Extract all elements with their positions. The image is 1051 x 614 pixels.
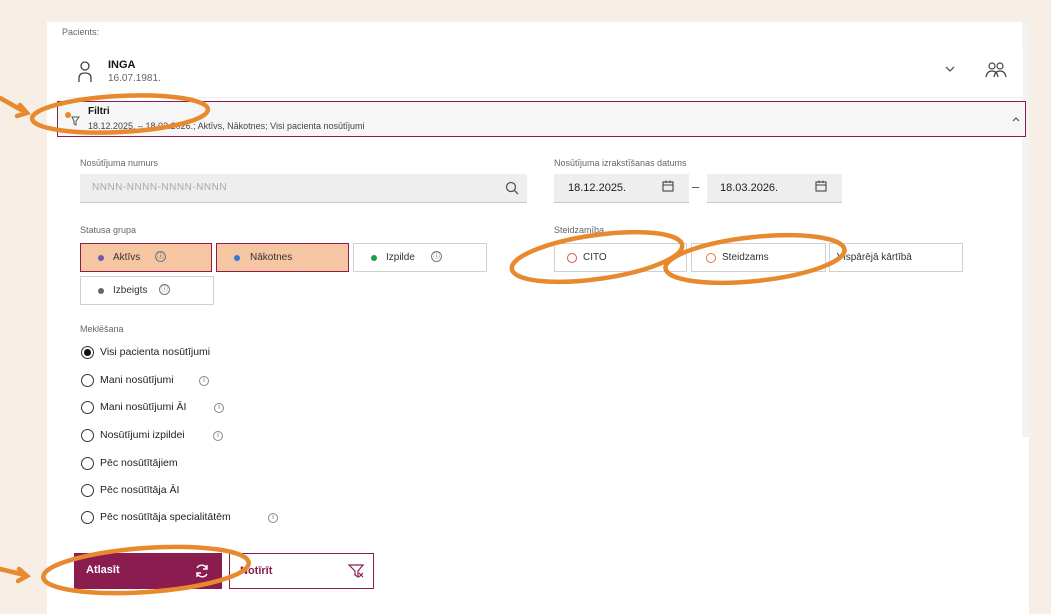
select-button[interactable]: Atlasīt [74, 553, 222, 589]
radio-button[interactable] [81, 346, 94, 359]
referral-number-label: Nosūtījuma numurs [80, 158, 159, 168]
date-range-separator: – [692, 179, 700, 194]
search-mode-label: Meklēšana [80, 324, 124, 334]
patients-group-icon[interactable] [985, 62, 1007, 78]
info-icon[interactable]: i [268, 513, 278, 523]
referral-number-placeholder: NNNN-NNNN-NNNN-NNNN [92, 182, 228, 193]
status-dot-icon [98, 255, 104, 261]
patient-dob: 16.07.1981. [108, 73, 161, 84]
status-chip-label: Nākotnes [250, 252, 293, 263]
status-chip-label: Izpilde [386, 252, 415, 263]
status-dot-icon [234, 255, 240, 261]
status-dot-icon [98, 288, 104, 294]
radio-label: Pēc nosūtītāja specialitātēm [100, 511, 231, 523]
select-button-label: Atlasīt [86, 564, 120, 576]
filter-summary: 18.12.2025. – 18.03.2026.; Aktīvs, Nākot… [88, 121, 365, 131]
urgent-icon [706, 253, 716, 263]
status-chip-in-progress[interactable]: Izpilde ⓘ [353, 243, 487, 272]
radio-label: Nosūtījumi izpildei [100, 429, 185, 441]
info-icon[interactable]: i [213, 431, 223, 441]
radio-button[interactable] [81, 429, 94, 442]
clear-filter-icon [348, 564, 364, 578]
filter-title: Filtri [88, 106, 110, 117]
status-chip-label: Izbeigts [113, 285, 148, 296]
radio-label: Mani nosūtījumi [100, 374, 174, 386]
annotation-arrowhead [15, 566, 31, 584]
radio-label: Mani nosūtījumi ĀI [100, 401, 187, 413]
radio-label: Visi pacienta nosūtījumi [100, 346, 211, 358]
radio-label: Pēc nosūtītājiem [100, 457, 178, 469]
radio-label: Pēc nosūtītāja ĀI [100, 484, 180, 496]
status-chip-active[interactable]: Aktīvs ⓘ [80, 243, 212, 272]
chevron-up-icon[interactable] [1011, 115, 1021, 123]
cito-icon [567, 253, 577, 263]
status-chip-terminated[interactable]: Izbeigts ⓘ [80, 276, 214, 305]
urgency-chip-urgent[interactable]: Steidzams [691, 243, 826, 272]
clear-button[interactable]: Notīrīt [229, 553, 374, 589]
urgency-chip-label: CITO [583, 252, 607, 263]
chevron-down-icon[interactable] [944, 63, 956, 75]
urgency-chip-general[interactable]: Vispārējā kārtībā [829, 243, 963, 272]
urgency-label: Steidzamība [554, 225, 605, 235]
refresh-icon [196, 564, 208, 578]
info-icon[interactable]: ⓘ [431, 251, 442, 262]
user-icon [78, 61, 92, 82]
urgency-chip-cito[interactable]: CITO [554, 243, 687, 272]
panel-scrollbar-track [1022, 22, 1029, 437]
annotation-arrow [0, 95, 28, 115]
urgency-chip-label: Steidzams [722, 252, 769, 263]
info-icon[interactable]: i [199, 376, 209, 386]
filter-icon [65, 112, 80, 126]
issue-date-label: Nosūtījuma izrakstīšanas datums [554, 158, 687, 168]
info-icon[interactable]: ⓘ [155, 251, 166, 262]
filter-header[interactable] [57, 101, 1026, 137]
status-dot-icon [371, 255, 377, 261]
info-icon[interactable]: ⓘ [159, 284, 170, 295]
calendar-icon[interactable] [662, 180, 674, 192]
clear-button-label: Notīrīt [240, 565, 273, 577]
info-icon[interactable]: i [214, 403, 224, 413]
radio-button[interactable] [81, 511, 94, 524]
radio-button[interactable] [81, 457, 94, 470]
radio-button[interactable] [81, 401, 94, 414]
urgency-chip-label: Vispārējā kārtībā [837, 252, 912, 263]
patient-name: INGA [108, 59, 136, 71]
status-chip-label: Aktīvs [113, 252, 141, 263]
annotation-arrow [0, 566, 28, 578]
radio-button[interactable] [81, 374, 94, 387]
status-chip-future[interactable]: Nākotnes [216, 243, 349, 272]
date-from-value: 18.12.2025. [568, 182, 627, 194]
patient-section-label: Pacients: [62, 27, 100, 37]
search-icon[interactable] [505, 181, 519, 195]
status-group-label: Statusa grupa [80, 225, 137, 235]
patient-selector[interactable] [62, 47, 1023, 98]
radio-button[interactable] [81, 484, 94, 497]
calendar-icon[interactable] [815, 180, 827, 192]
date-to-value: 18.03.2026. [720, 182, 779, 194]
annotation-arrowhead [14, 102, 31, 119]
